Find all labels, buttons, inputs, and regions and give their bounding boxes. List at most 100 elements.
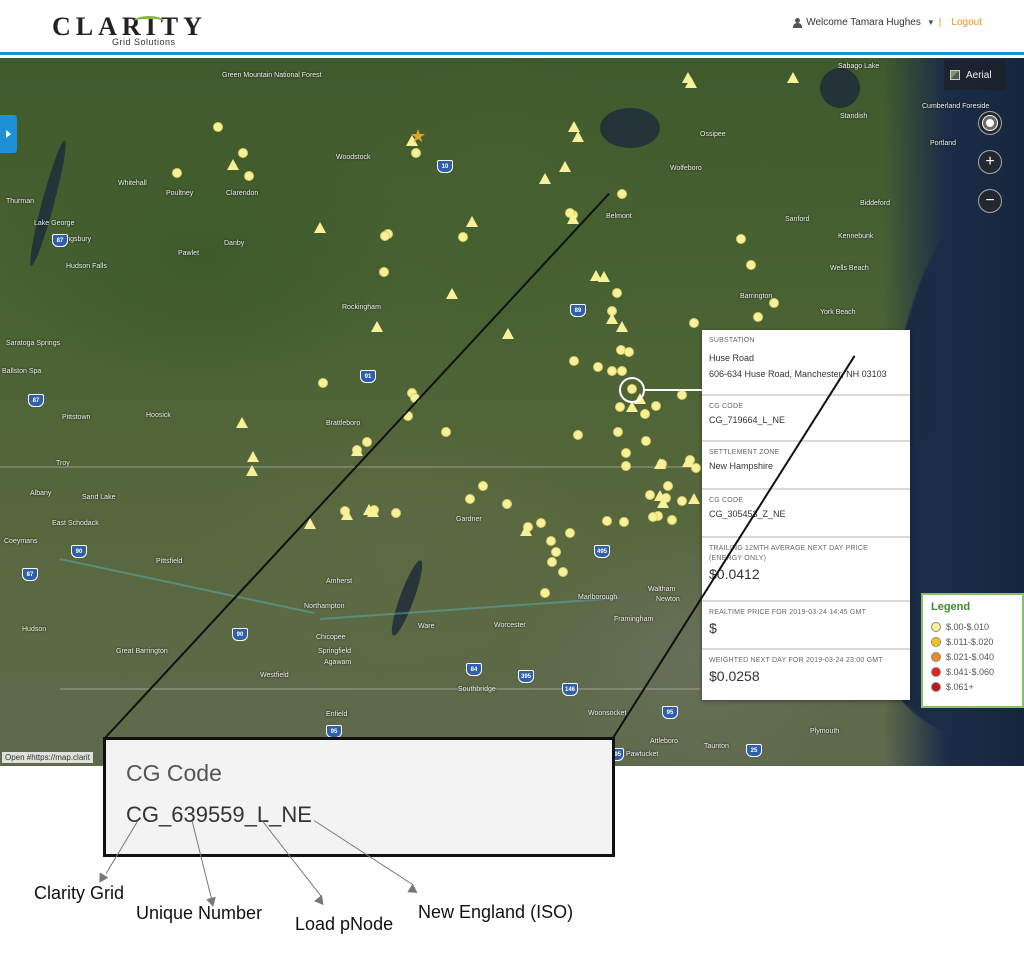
substation-circle-marker[interactable]: [769, 298, 779, 308]
substation-circle-marker[interactable]: [753, 312, 763, 322]
substation-triangle-marker[interactable]: [371, 321, 383, 332]
substation-circle-marker[interactable]: [540, 588, 550, 598]
substation-circle-marker[interactable]: [546, 536, 556, 546]
substation-circle-marker[interactable]: [565, 528, 575, 538]
clarity-logo[interactable]: CLARITY Grid Solutions: [52, 12, 272, 48]
map-attribution[interactable]: Open #https://map.clarit: [2, 752, 93, 763]
substation-triangle-marker[interactable]: [688, 493, 700, 504]
substation-name: Huse Road: [709, 353, 755, 363]
substation-circle-marker[interactable]: [411, 148, 421, 158]
substation-circle-marker[interactable]: [478, 481, 488, 491]
substation-triangle-marker[interactable]: [539, 173, 551, 184]
substation-circle-marker[interactable]: [441, 427, 451, 437]
substation-circle-marker[interactable]: [569, 356, 579, 366]
substation-triangle-marker[interactable]: [367, 506, 379, 517]
substation-circle-marker[interactable]: [558, 567, 568, 577]
substation-circle-marker[interactable]: [619, 517, 629, 527]
substation-circle-marker[interactable]: [391, 508, 401, 518]
substation-circle-marker[interactable]: [551, 547, 561, 557]
substation-circle-marker[interactable]: [593, 362, 603, 372]
highway-shield-icon: 90: [71, 545, 87, 558]
substation-triangle-marker[interactable]: [236, 417, 248, 428]
welcome-text[interactable]: Welcome Tamara Hughes: [806, 17, 921, 28]
legend-label: $.021-$.040: [946, 651, 995, 662]
sidebar-toggle-button[interactable]: [0, 115, 17, 153]
chevron-down-icon[interactable]: ▼: [927, 18, 935, 27]
substation-triangle-marker[interactable]: [341, 509, 353, 520]
substation-circle-marker[interactable]: [244, 171, 254, 181]
realtime-price-value: $: [709, 620, 717, 636]
substation-triangle-marker[interactable]: [246, 465, 258, 476]
substation-circle-marker[interactable]: [238, 148, 248, 158]
substation-circle-marker[interactable]: [689, 318, 699, 328]
substation-circle-marker[interactable]: [573, 430, 583, 440]
substation-circle-marker[interactable]: [362, 437, 372, 447]
place-label: Brattleboro: [326, 420, 361, 427]
substation-circle-marker[interactable]: [617, 366, 627, 376]
logout-link[interactable]: Logout: [951, 17, 982, 28]
substation-triangle-marker[interactable]: [787, 72, 799, 83]
substation-circle-marker[interactable]: [640, 409, 650, 419]
substation-circle-marker[interactable]: [746, 260, 756, 270]
cg-code-value: CG_719664_L_NE: [709, 415, 786, 425]
substation-circle-marker[interactable]: [379, 267, 389, 277]
legend-list: $.00-$.010 $.011-$.020 $.021-$.040 $.041-$.…: [931, 619, 1014, 694]
zoom-out-button[interactable]: −: [978, 189, 1002, 213]
substation-circle-marker[interactable]: [458, 232, 468, 242]
substation-triangle-marker[interactable]: [567, 213, 579, 224]
substation-circle-marker[interactable]: [617, 189, 627, 199]
substation-circle-marker[interactable]: [648, 512, 658, 522]
substation-circle-marker[interactable]: [677, 496, 687, 506]
substation-circle-marker[interactable]: [547, 557, 557, 567]
place-label: Coeymans: [4, 538, 38, 545]
satellite-map[interactable]: Aerial + − Sabago Lake Green Mountain Nat…: [0, 58, 1024, 766]
trailing-price-label: TRAILING 12mth AVERAGE NEXT DAY PRICE (E…: [709, 545, 868, 562]
substation-triangle-marker[interactable]: [559, 161, 571, 172]
substation-circle-marker[interactable]: [621, 461, 631, 471]
selected-marker-ring[interactable]: [619, 377, 645, 403]
substation-circle-marker[interactable]: [536, 518, 546, 528]
substation-triangle-marker[interactable]: [351, 445, 363, 456]
substation-circle-marker[interactable]: [613, 427, 623, 437]
substation-circle-marker[interactable]: [612, 288, 622, 298]
substation-circle-marker[interactable]: [621, 448, 631, 458]
substation-circle-marker[interactable]: [624, 347, 634, 357]
substation-triangle-marker[interactable]: [572, 131, 584, 142]
substation-circle-marker[interactable]: [602, 516, 612, 526]
substation-triangle-marker[interactable]: [657, 497, 669, 508]
place-label: Marlborough: [578, 594, 618, 601]
substation-triangle-marker[interactable]: [685, 77, 697, 88]
substation-triangle-marker[interactable]: [227, 159, 239, 170]
star-marker-icon[interactable]: ★: [410, 126, 426, 147]
substation-circle-marker[interactable]: [502, 499, 512, 509]
place-label: Green Mountain National Forest: [222, 72, 322, 79]
substation-triangle-marker[interactable]: [598, 271, 610, 282]
zoom-in-button[interactable]: +: [978, 150, 1002, 174]
substation-triangle-marker[interactable]: [502, 328, 514, 339]
substation-circle-marker[interactable]: [615, 402, 625, 412]
substation-circle-marker[interactable]: [380, 231, 390, 241]
aerial-toggle-button[interactable]: Aerial: [944, 60, 1006, 90]
substation-circle-marker[interactable]: [651, 401, 661, 411]
substation-triangle-marker[interactable]: [314, 222, 326, 233]
locate-button[interactable]: [978, 111, 1002, 135]
substation-circle-marker[interactable]: [736, 234, 746, 244]
substation-triangle-marker[interactable]: [520, 525, 532, 536]
substation-triangle-marker[interactable]: [654, 458, 666, 469]
substation-circle-marker[interactable]: [318, 378, 328, 388]
substation-circle-marker[interactable]: [465, 494, 475, 504]
zone-cg-code-section: CG CODE CG_305453_Z_NE: [702, 490, 910, 538]
substation-triangle-marker[interactable]: [616, 321, 628, 332]
substation-circle-marker[interactable]: [172, 168, 182, 178]
substation-circle-marker[interactable]: [677, 390, 687, 400]
substation-circle-marker[interactable]: [667, 515, 677, 525]
substation-triangle-marker[interactable]: [682, 456, 694, 467]
highway-shield-icon: 87: [22, 568, 38, 581]
substation-circle-marker[interactable]: [213, 122, 223, 132]
substation-circle-marker[interactable]: [641, 436, 651, 446]
substation-triangle-marker[interactable]: [247, 451, 259, 462]
place-label: Hudson Falls: [66, 263, 107, 270]
substation-triangle-marker[interactable]: [466, 216, 478, 227]
substation-triangle-marker[interactable]: [446, 288, 458, 299]
substation-circle-marker[interactable]: [607, 366, 617, 376]
